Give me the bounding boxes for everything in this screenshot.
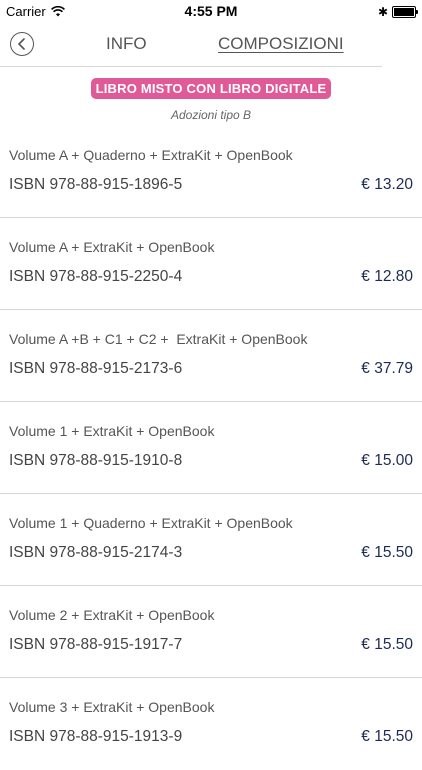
adoption-type-label: Adozioni tipo B [170,108,252,122]
nav-bar: INFO COMPOSIZIONI [0,22,382,67]
item-isbn: ISBN 978-88-915-1917-7 [9,636,183,653]
item-price: € 37.79 [361,360,413,377]
list-item[interactable]: Volume 3 + ExtraKit + OpenBook ISBN 978-… [0,678,422,770]
item-price: € 15.50 [361,636,413,653]
composition-list: Volume A + Quaderno + ExtraKit + OpenBoo… [0,126,422,770]
status-time: 4:55 PM [184,3,238,19]
item-isbn: ISBN 978-88-915-1910-8 [9,452,183,469]
battery-icon [392,6,418,18]
item-isbn: ISBN 978-88-915-1913-9 [9,728,183,745]
item-price: € 13.20 [361,176,413,193]
item-title: Volume A + ExtraKit + OpenBook [9,239,215,255]
list-item[interactable]: Volume 1 + Quaderno + ExtraKit + OpenBoo… [0,494,422,586]
list-item[interactable]: Volume A + Quaderno + ExtraKit + OpenBoo… [0,126,422,218]
bluetooth-icon: ✱ [377,5,388,19]
list-item[interactable]: Volume 1 + ExtraKit + OpenBook ISBN 978-… [0,402,422,494]
item-title: Volume A +B + C1 + C2 + ExtraKit + OpenB… [9,331,308,347]
list-item[interactable]: Volume A +B + C1 + C2 + ExtraKit + OpenB… [0,310,422,402]
item-price: € 15.00 [361,452,413,469]
item-title: Volume A + Quaderno + ExtraKit + OpenBoo… [9,147,293,163]
item-title: Volume 3 + ExtraKit + OpenBook [9,699,215,715]
item-title: Volume 1 + ExtraKit + OpenBook [9,423,215,439]
tab-info[interactable]: INFO [106,34,147,54]
edition-badge: LIBRO MISTO CON LIBRO DIGITALE [90,78,332,99]
chevron-left-icon [17,38,25,50]
item-price: € 12.80 [361,268,413,285]
item-title: Volume 1 + Quaderno + ExtraKit + OpenBoo… [9,515,293,531]
item-isbn: ISBN 978-88-915-2173-6 [9,360,183,377]
item-price: € 15.50 [361,544,413,561]
back-button[interactable] [10,32,34,56]
list-item[interactable]: Volume 2 + ExtraKit + OpenBook ISBN 978-… [0,586,422,678]
item-title: Volume 2 + ExtraKit + OpenBook [9,607,215,623]
item-isbn: ISBN 978-88-915-2250-4 [9,268,183,285]
list-item[interactable]: Volume A + ExtraKit + OpenBook ISBN 978-… [0,218,422,310]
status-bar: Carrier 4:55 PM ✱ [0,0,422,22]
item-price: € 15.50 [361,728,413,745]
status-right: ✱ [377,5,418,19]
tab-composizioni[interactable]: COMPOSIZIONI [218,34,344,54]
badge-container: LIBRO MISTO CON LIBRO DIGITALE [0,78,422,99]
item-isbn: ISBN 978-88-915-1896-5 [9,176,183,193]
item-isbn: ISBN 978-88-915-2174-3 [9,544,183,561]
